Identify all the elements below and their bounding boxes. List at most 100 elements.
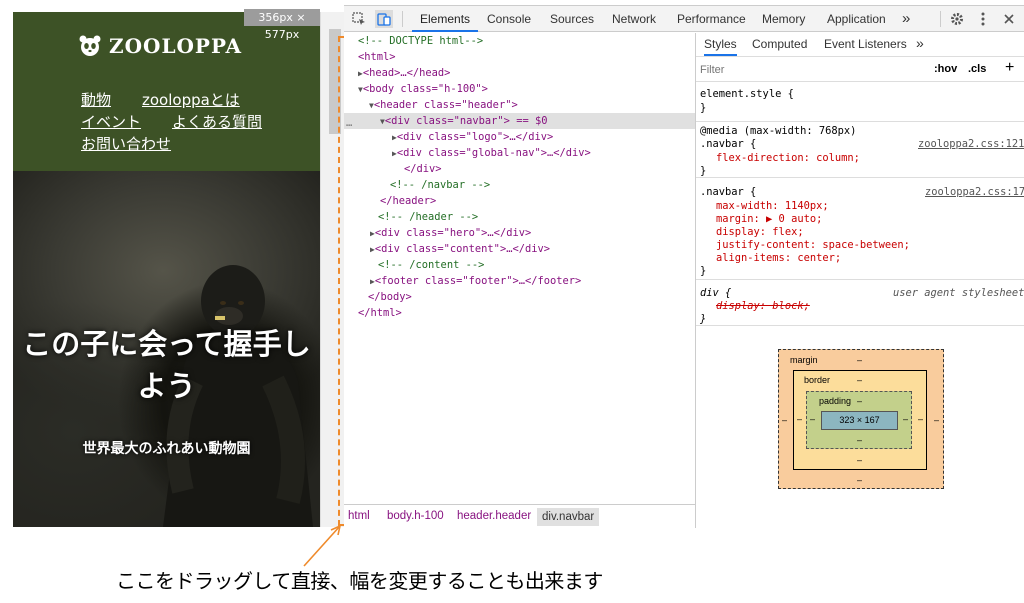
screenshot-stage: ZOOLOPPA 動物 zooloppaとは イベント よくある質問 お問い合わ… — [0, 0, 1024, 603]
hero-title: この子に会って握手し よう — [13, 323, 320, 407]
tab-computed[interactable]: Computed — [752, 37, 807, 51]
site-logo[interactable]: ZOOLOPPA — [79, 34, 242, 58]
decl-justify-content[interactable]: justify-content: space-between; — [716, 239, 910, 252]
tab-event-listeners[interactable]: Event Listeners — [824, 37, 907, 51]
padding-right-value[interactable]: – — [903, 414, 908, 424]
dom-line[interactable]: <!-- /header --> — [378, 209, 478, 225]
dom-line[interactable]: ▶<div class="content">…</div> — [370, 241, 550, 257]
decl-max-width[interactable]: max-width: 1140px; — [716, 200, 829, 213]
tab-console[interactable]: Console — [487, 6, 531, 32]
styles-pane: Styles Computed Event Listeners » :hov .… — [695, 33, 1024, 528]
dom-line[interactable]: ▶<head>…</head> — [358, 65, 450, 81]
border-left-value[interactable]: – — [797, 414, 802, 424]
settings-gear-icon[interactable] — [948, 10, 966, 28]
dom-line[interactable]: </header> — [380, 193, 436, 209]
user-agent-rule: div { user agent stylesheet display: blo… — [696, 280, 1024, 326]
decl-display[interactable]: display: flex; — [716, 226, 804, 239]
element-style-selector[interactable]: element.style { — [700, 88, 794, 101]
dom-line[interactable]: <!-- /navbar --> — [390, 177, 490, 193]
decl-align-items[interactable]: align-items: center; — [716, 252, 841, 265]
tab-elements[interactable]: Elements — [412, 6, 479, 32]
tab-memory[interactable]: Memory — [762, 6, 805, 32]
dom-line-text: <div class="content">…</div> — [374, 243, 550, 255]
more-tabs-chevron-icon[interactable]: » — [902, 6, 910, 32]
breadcrumb-body[interactable]: body.h-100 — [387, 510, 444, 522]
tab-network[interactable]: Network — [612, 6, 656, 32]
padding-left-value[interactable]: – — [810, 414, 815, 424]
device-toolbar-icon[interactable] — [375, 10, 393, 28]
dom-line-text: <div class="logo">…</div> — [396, 131, 554, 143]
cls-toggle[interactable]: .cls — [968, 63, 986, 75]
dom-line[interactable]: ▶<footer class="footer">…</footer> — [370, 273, 581, 289]
tab-performance[interactable]: Performance — [677, 6, 746, 32]
box-model-padding: padding – – – – 323 × 167 — [806, 391, 912, 449]
devtools-panel: Elements Console Sources Network Perform… — [344, 5, 1024, 528]
box-model-content-size[interactable]: 323 × 167 — [821, 411, 898, 430]
border-right-value[interactable]: – — [918, 414, 923, 424]
rule-selector: div { — [700, 287, 732, 299]
margin-right-value[interactable]: – — [934, 415, 939, 425]
padding-bottom-value[interactable]: – — [857, 435, 862, 445]
kebab-menu-icon[interactable] — [974, 10, 992, 28]
toolbar-divider-2 — [940, 11, 941, 27]
site-preview: ZOOLOPPA 動物 zooloppaとは イベント よくある質問 お問い合わ… — [13, 12, 320, 527]
rule-source-link[interactable]: zooloppa2.css:17 — [925, 186, 1024, 199]
dom-line[interactable]: ▼<body class="h-100"> — [358, 81, 488, 97]
dom-line-text: <header class="header"> — [373, 99, 518, 111]
styles-filter-bar: :hov .cls + — [696, 58, 1024, 82]
dom-line-text: <div class="hero">…</div> — [374, 227, 532, 239]
dom-line[interactable]: </html> — [358, 305, 402, 321]
margin-bottom-value[interactable]: – — [857, 475, 862, 485]
margin-left-value[interactable]: – — [782, 415, 787, 425]
dom-line[interactable]: ▼<header class="header"> — [369, 97, 518, 113]
toolbar-divider — [402, 11, 403, 27]
dom-line[interactable]: ▶<div class="global-nav">…</div> — [392, 145, 591, 161]
border-bottom-value[interactable]: – — [857, 455, 862, 465]
decl-margin[interactable]: margin: ▶ 0 auto; — [716, 213, 822, 226]
hero-subtitle: 世界最大のふれあい動物園 — [82, 441, 251, 457]
margin-label: margin — [790, 355, 818, 365]
breadcrumb-header[interactable]: header.header — [457, 510, 531, 522]
hero-title-line-2: よう — [137, 369, 196, 403]
dom-line[interactable]: ▶<div class="logo">…</div> — [392, 129, 553, 145]
dom-line[interactable]: <!-- DOCTYPE html--> — [358, 33, 483, 49]
dom-line[interactable]: <!-- /content --> — [378, 257, 484, 273]
hov-toggle[interactable]: :hov — [934, 63, 957, 75]
padding-label: padding — [819, 396, 852, 406]
nav-link-faq[interactable]: よくある質問 — [172, 111, 262, 132]
dom-line[interactable]: </body> — [368, 289, 412, 305]
node-ellipsis: … — [346, 117, 353, 129]
breadcrumb: html body.h-100 header.header div.navbar — [344, 504, 695, 528]
padding-top-value[interactable]: – — [857, 396, 862, 406]
tab-styles[interactable]: Styles — [704, 37, 737, 56]
styles-filter-input[interactable] — [700, 61, 922, 79]
box-model-diagram: margin – – – – border – – – – padding – … — [778, 349, 944, 489]
breadcrumb-navbar[interactable]: div.navbar — [537, 508, 600, 526]
rule-selector[interactable]: .navbar { — [700, 186, 756, 199]
rule-source-link[interactable]: zooloppa2.css:121 — [918, 138, 1024, 151]
dom-line-selected[interactable]: ▼<div class="navbar"> == $0 — [380, 113, 547, 129]
rule-close: } — [700, 102, 707, 114]
devtools-tabbar: Elements Console Sources Network Perform… — [344, 6, 1024, 32]
element-style-rule: element.style { } — [696, 84, 1024, 122]
decl-flex-direction[interactable]: flex-direction: column; — [716, 152, 860, 165]
add-rule-plus-icon[interactable]: + — [1005, 59, 1014, 77]
nav-link-events[interactable]: イベント — [81, 111, 141, 132]
nav-link-contact[interactable]: お問い合わせ — [81, 133, 171, 154]
media-query: @media (max-width: 768px) — [700, 125, 857, 137]
rule-close: } — [700, 265, 707, 277]
tab-sources[interactable]: Sources — [550, 6, 594, 32]
close-icon[interactable] — [1000, 10, 1018, 28]
nav-link-about[interactable]: zooloppaとは — [142, 89, 240, 110]
nav-link-animals[interactable]: 動物 — [81, 89, 111, 110]
inspect-element-icon[interactable] — [350, 10, 368, 28]
dom-line[interactable]: </div> — [404, 161, 442, 177]
border-top-value[interactable]: – — [857, 375, 862, 385]
dom-line[interactable]: ▶<div class="hero">…</div> — [370, 225, 531, 241]
hero-title-line-1: この子に会って握手し — [22, 327, 311, 361]
rule-selector[interactable]: .navbar { — [700, 138, 756, 151]
dom-line[interactable]: <html> — [358, 49, 396, 65]
margin-top-value[interactable]: – — [857, 355, 862, 365]
tab-application[interactable]: Application — [827, 6, 886, 32]
more-tabs-chevron-icon[interactable]: » — [916, 35, 924, 51]
